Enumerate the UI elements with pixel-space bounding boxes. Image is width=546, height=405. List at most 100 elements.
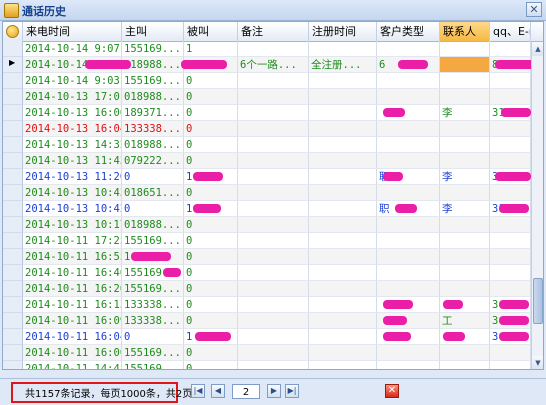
cell-text: 155169... (124, 347, 181, 359)
cell-text: 1 (186, 203, 193, 215)
cell-text: 0 (186, 107, 193, 119)
cell-text: 155169... (124, 283, 181, 295)
column-header-time[interactable]: 来电时间 (23, 22, 122, 41)
table-row[interactable]: 2014-10-11 17:25 155169... 0 (3, 233, 543, 249)
scroll-down-icon[interactable]: ▼ (532, 356, 543, 369)
cell-callee: 0 (184, 297, 238, 313)
table-row[interactable]: 2014-10-13 16:04 133338... 0 (3, 121, 543, 137)
table-row[interactable]: 2014-10-14 9:03 155169... 0 (3, 73, 543, 89)
table-row[interactable]: 2014-10-13 14:32 018988... 0 (3, 137, 543, 153)
next-page-icon[interactable]: ▶ (267, 384, 281, 398)
table-row[interactable]: 2014-10-13 10:43 018651... 0 (3, 185, 543, 201)
table-row[interactable]: 2014-10-11 16:55 1 0 (3, 249, 543, 265)
cell-text: 0 (186, 251, 193, 263)
cell-text: 工 (442, 315, 453, 327)
row-indicator[interactable] (3, 233, 23, 249)
cell-text: 0 (186, 267, 193, 279)
window-title: 通话历史 (22, 5, 66, 18)
column-header-contact[interactable]: 联系人 (440, 22, 490, 41)
page-number-input[interactable]: 2 (232, 384, 260, 399)
column-header-qq-email[interactable]: qq、E-mail (490, 22, 531, 41)
scroll-thumb[interactable] (533, 278, 543, 324)
row-indicator[interactable] (3, 41, 23, 57)
cell-time: 2014-10-11 16:09 (23, 313, 122, 329)
cell-qq-email (490, 137, 531, 153)
table-row[interactable]: 2014-10-11 16:04 0 1 3 (3, 329, 543, 345)
row-indicator[interactable] (3, 169, 23, 185)
row-indicator[interactable] (3, 73, 23, 89)
cell-qq-email (490, 121, 531, 137)
row-indicator[interactable] (3, 201, 23, 217)
table-row[interactable]: 2014-10-14 9:07 155169... 1 (3, 41, 543, 57)
prev-page-icon[interactable]: ◀ (211, 384, 225, 398)
cell-qq-email (490, 41, 531, 57)
cell-caller: 133338... (122, 313, 184, 329)
cell-text: 3 (492, 299, 499, 311)
cell-contact (440, 345, 490, 361)
column-header-register-time[interactable]: 注册时间 (309, 22, 377, 41)
cell-time: 2014-10-13 10:43 (23, 185, 122, 201)
row-indicator[interactable] (3, 329, 23, 345)
column-header-caller[interactable]: 主叫 (122, 22, 184, 41)
first-page-icon[interactable]: |◀ (191, 384, 205, 398)
redaction-mark (499, 300, 529, 309)
table-row[interactable]: 2014-10-11 16:46 155169... 0 (3, 265, 543, 281)
table-row[interactable]: 2014-10-13 10:4201职李31 (3, 201, 543, 217)
row-indicator[interactable] (3, 345, 23, 361)
row-indicator[interactable] (3, 57, 23, 73)
table-row[interactable]: 2014-10-13 11:2601职李3 (3, 169, 543, 185)
row-indicator[interactable] (3, 89, 23, 105)
cell-text: 0 (186, 283, 193, 295)
row-indicator[interactable] (3, 281, 23, 297)
cell-contact (440, 57, 490, 73)
row-indicator[interactable] (3, 249, 23, 265)
redaction-mark (383, 172, 403, 181)
close-button[interactable]: ✕ (526, 2, 542, 17)
row-indicator[interactable] (3, 137, 23, 153)
cell-text: 0 (186, 363, 193, 370)
call-history-grid: 来电时间 主叫 被叫 备注 注册时间 客户类型 联系人 qq、E-mail 20… (2, 21, 544, 370)
cell-note (238, 201, 309, 217)
cell-contact: 工 (440, 313, 490, 329)
row-indicator[interactable] (3, 265, 23, 281)
row-indicator[interactable] (3, 217, 23, 233)
cell-text: 133338... (124, 123, 181, 135)
table-row[interactable]: 2014-10-11 14:41 155169... 0 (3, 361, 543, 370)
table-row[interactable]: 2014-10-13 10:17 018988... 0 (3, 217, 543, 233)
table-row[interactable]: 2014-10-11 16:00 155169... 0 (3, 345, 543, 361)
cell-register-time (309, 153, 377, 169)
column-header-customer-type[interactable]: 客户类型 (377, 22, 440, 41)
cell-time: 2014-10-11 17:25 (23, 233, 122, 249)
scroll-up-icon[interactable]: ▲ (532, 42, 543, 56)
cell-time: 2014-10-11 16:55 (23, 249, 122, 265)
row-indicator[interactable] (3, 105, 23, 121)
column-header-note[interactable]: 备注 (238, 22, 309, 41)
row-indicator[interactable] (3, 185, 23, 201)
cell-register-time (309, 265, 377, 281)
row-indicator[interactable] (3, 361, 23, 369)
last-page-icon[interactable]: ▶| (285, 384, 299, 398)
table-row[interactable]: 2014-10-11 16:13 133338... 0 3 (3, 297, 543, 313)
row-indicator[interactable] (3, 297, 23, 313)
cell-caller: 0 (122, 169, 184, 185)
delete-icon[interactable]: ✕ (385, 384, 399, 398)
cell-text: 2014-10-11 17:25 (25, 235, 122, 247)
row-indicator[interactable] (3, 313, 23, 329)
cell-qq-email (490, 265, 531, 281)
table-row[interactable]: 2014-10-13 17:01 018988... 0 (3, 89, 543, 105)
cell-time: 2014-10-11 16:00 (23, 345, 122, 361)
record-count-text: 共1157条记录，每页1000条，共2页 (25, 389, 193, 400)
table-row[interactable]: 2014-10-14 9:03018988...06个一路...全注册...68… (3, 57, 543, 73)
table-row[interactable]: 2014-10-11 16:09 133338... 0 工 3 (3, 313, 543, 329)
table-row[interactable]: 2014-10-13 11:43 079222... 0 (3, 153, 543, 169)
cell-time: 2014-10-11 16:26 (23, 281, 122, 297)
vertical-scrollbar[interactable]: ▲ ▼ (531, 42, 543, 369)
cell-caller: 018988... (122, 137, 184, 153)
table-row[interactable]: 2014-10-11 16:26 155169... 0 (3, 281, 543, 297)
row-indicator[interactable] (3, 153, 23, 169)
table-row[interactable]: 2014-10-13 16:06 189371... 0 李 31 (3, 105, 543, 121)
row-indicator[interactable] (3, 121, 23, 137)
column-header-callee[interactable]: 被叫 (184, 22, 238, 41)
redaction-mark (395, 204, 417, 213)
cell-note (238, 73, 309, 89)
